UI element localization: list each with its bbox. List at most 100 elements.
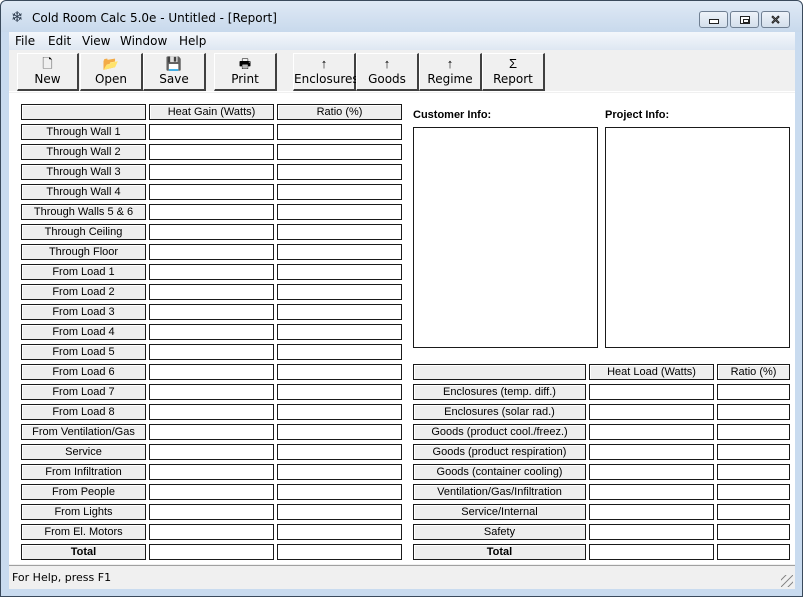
heat-gain-watts-field[interactable] (149, 164, 274, 180)
toolbar: 🗋 New 📂 Open 💾 Save 🖶 Print ↑ Enclosures ↑ Goods ↑ Re… (9, 51, 795, 92)
heat-gain-watts-field[interactable] (149, 364, 274, 380)
goods-button[interactable]: ↑ Goods (356, 53, 419, 91)
heat-gain-watts-field[interactable] (149, 324, 274, 340)
heat-gain-watts-field[interactable] (149, 424, 274, 440)
heat-gain-ratio-field[interactable] (277, 244, 402, 260)
heat-load-watts-field[interactable] (589, 484, 714, 500)
minimize-button[interactable] (699, 11, 728, 28)
menu-view[interactable]: View (82, 34, 110, 48)
print-button[interactable]: 🖶 Print (214, 53, 277, 91)
new-document-icon: 🗋 (42, 56, 53, 71)
heat-load-ratio-field[interactable] (717, 424, 790, 440)
heat-gain-ratio-field[interactable] (277, 484, 402, 500)
heat-gain-row-label: Through Floor (21, 244, 146, 260)
heat-gain-ratio-field[interactable] (277, 524, 402, 540)
heat-gain-ratio-field[interactable] (277, 444, 402, 460)
enclosures-button[interactable]: ↑ Enclosures (293, 53, 359, 91)
heat-gain-ratio-field[interactable] (277, 424, 402, 440)
heat-gain-ratio-field[interactable] (277, 284, 402, 300)
heat-gain-ratio-field[interactable] (277, 324, 402, 340)
heat-gain-ratio-field[interactable] (277, 384, 402, 400)
report-button[interactable]: Σ Report (482, 53, 545, 91)
open-button[interactable]: 📂 Open (80, 53, 143, 91)
close-button[interactable]: ✕ (761, 11, 790, 28)
regime-button[interactable]: ↑ Regime (419, 53, 482, 91)
heat-load-ratio-field[interactable] (717, 544, 790, 560)
heat-gain-ratio-field[interactable] (277, 124, 402, 140)
heat-load-ratio-field[interactable] (717, 524, 790, 540)
heat-load-watts-field[interactable] (589, 424, 714, 440)
heat-gain-watts-field[interactable] (149, 484, 274, 500)
heat-load-ratio-field[interactable] (717, 384, 790, 400)
heat-load-ratio-field[interactable] (717, 404, 790, 420)
heat-gain-ratio-field[interactable] (277, 204, 402, 220)
heat-gain-ratio-field[interactable] (277, 224, 402, 240)
status-bar: For Help, press F1 (9, 565, 795, 589)
heat-gain-watts-field[interactable] (149, 444, 274, 460)
heat-gain-row-label: From Load 8 (21, 404, 146, 420)
heat-load-watts-field[interactable] (589, 384, 714, 400)
heat-gain-ratio-field[interactable] (277, 344, 402, 360)
heat-load-watts-field[interactable] (589, 464, 714, 480)
heat-load-ratio-field[interactable] (717, 464, 790, 480)
heat-load-row-label: Goods (product respiration) (413, 444, 586, 460)
heat-gain-ratio-field[interactable] (277, 184, 402, 200)
heat-gain-row-label: From Load 6 (21, 364, 146, 380)
heat-gain-watts-field[interactable] (149, 404, 274, 420)
heat-gain-ratio-field[interactable] (277, 464, 402, 480)
heat-gain-watts-field[interactable] (149, 544, 274, 560)
toolbar-button-label: Enclosures (294, 72, 359, 86)
menu-window[interactable]: Window (120, 34, 167, 48)
customer-info-box[interactable] (413, 127, 598, 348)
menu-bar: File Edit View Window Help (9, 32, 795, 50)
heat-gain-watts-field[interactable] (149, 504, 274, 520)
client-area: File Edit View Window Help 🗋 New 📂 Open 💾 Sav… (9, 32, 795, 589)
window-title: Cold Room Calc 5.0e - Untitled - [Report… (32, 11, 277, 25)
heat-load-watts-field[interactable] (589, 444, 714, 460)
heat-gain-watts-field[interactable] (149, 264, 274, 280)
heat-gain-ratio-field[interactable] (277, 144, 402, 160)
heat-load-watts-field[interactable] (589, 544, 714, 560)
heat-load-ratio-field[interactable] (717, 444, 790, 460)
heat-gain-row-label: From Load 2 (21, 284, 146, 300)
heat-gain-watts-field[interactable] (149, 204, 274, 220)
heat-gain-watts-field[interactable] (149, 244, 274, 260)
heat-load-watts-field[interactable] (589, 404, 714, 420)
heat-load-ratio-field[interactable] (717, 504, 790, 520)
heat-gain-row-label: Service (21, 444, 146, 460)
heat-load-watts-field[interactable] (589, 504, 714, 520)
heat-gain-ratio-field[interactable] (277, 364, 402, 380)
save-button[interactable]: 💾 Save (143, 53, 206, 91)
heat-gain-watts-field[interactable] (149, 224, 274, 240)
heat-gain-watts-field[interactable] (149, 464, 274, 480)
heat-gain-watts-field[interactable] (149, 344, 274, 360)
floppy-disk-icon: 💾 (165, 56, 183, 71)
heat-gain-ratio-field[interactable] (277, 504, 402, 520)
menu-edit[interactable]: Edit (48, 34, 71, 48)
menu-help[interactable]: Help (179, 34, 206, 48)
new-button[interactable]: 🗋 New (17, 53, 79, 91)
heat-load-row-label: Ventilation/Gas/Infiltration (413, 484, 586, 500)
heat-load-row-label: Enclosures (temp. diff.) (413, 384, 586, 400)
maximize-button[interactable] (730, 11, 759, 28)
heat-gain-watts-field[interactable] (149, 524, 274, 540)
heat-gain-watts-field[interactable] (149, 144, 274, 160)
heat-gain-watts-field[interactable] (149, 184, 274, 200)
heat-gain-ratio-field[interactable] (277, 544, 402, 560)
project-info-box[interactable] (605, 127, 790, 348)
heat-gain-watts-field[interactable] (149, 384, 274, 400)
heat-gain-row-label: Through Wall 3 (21, 164, 146, 180)
heat-gain-watts-field[interactable] (149, 304, 274, 320)
heat-gain-ratio-field[interactable] (277, 264, 402, 280)
heat-load-watts-field[interactable] (589, 524, 714, 540)
title-bar[interactable]: ❄ Cold Room Calc 5.0e - Untitled - [Repo… (1, 1, 802, 32)
menu-file[interactable]: File (15, 34, 35, 48)
heat-gain-ratio-field[interactable] (277, 404, 402, 420)
heat-load-ratio-field[interactable] (717, 484, 790, 500)
resize-grip[interactable] (781, 575, 793, 587)
toolbar-button-label: Print (231, 72, 259, 86)
heat-gain-watts-field[interactable] (149, 284, 274, 300)
heat-gain-ratio-field[interactable] (277, 304, 402, 320)
heat-gain-watts-field[interactable] (149, 124, 274, 140)
heat-gain-ratio-field[interactable] (277, 164, 402, 180)
